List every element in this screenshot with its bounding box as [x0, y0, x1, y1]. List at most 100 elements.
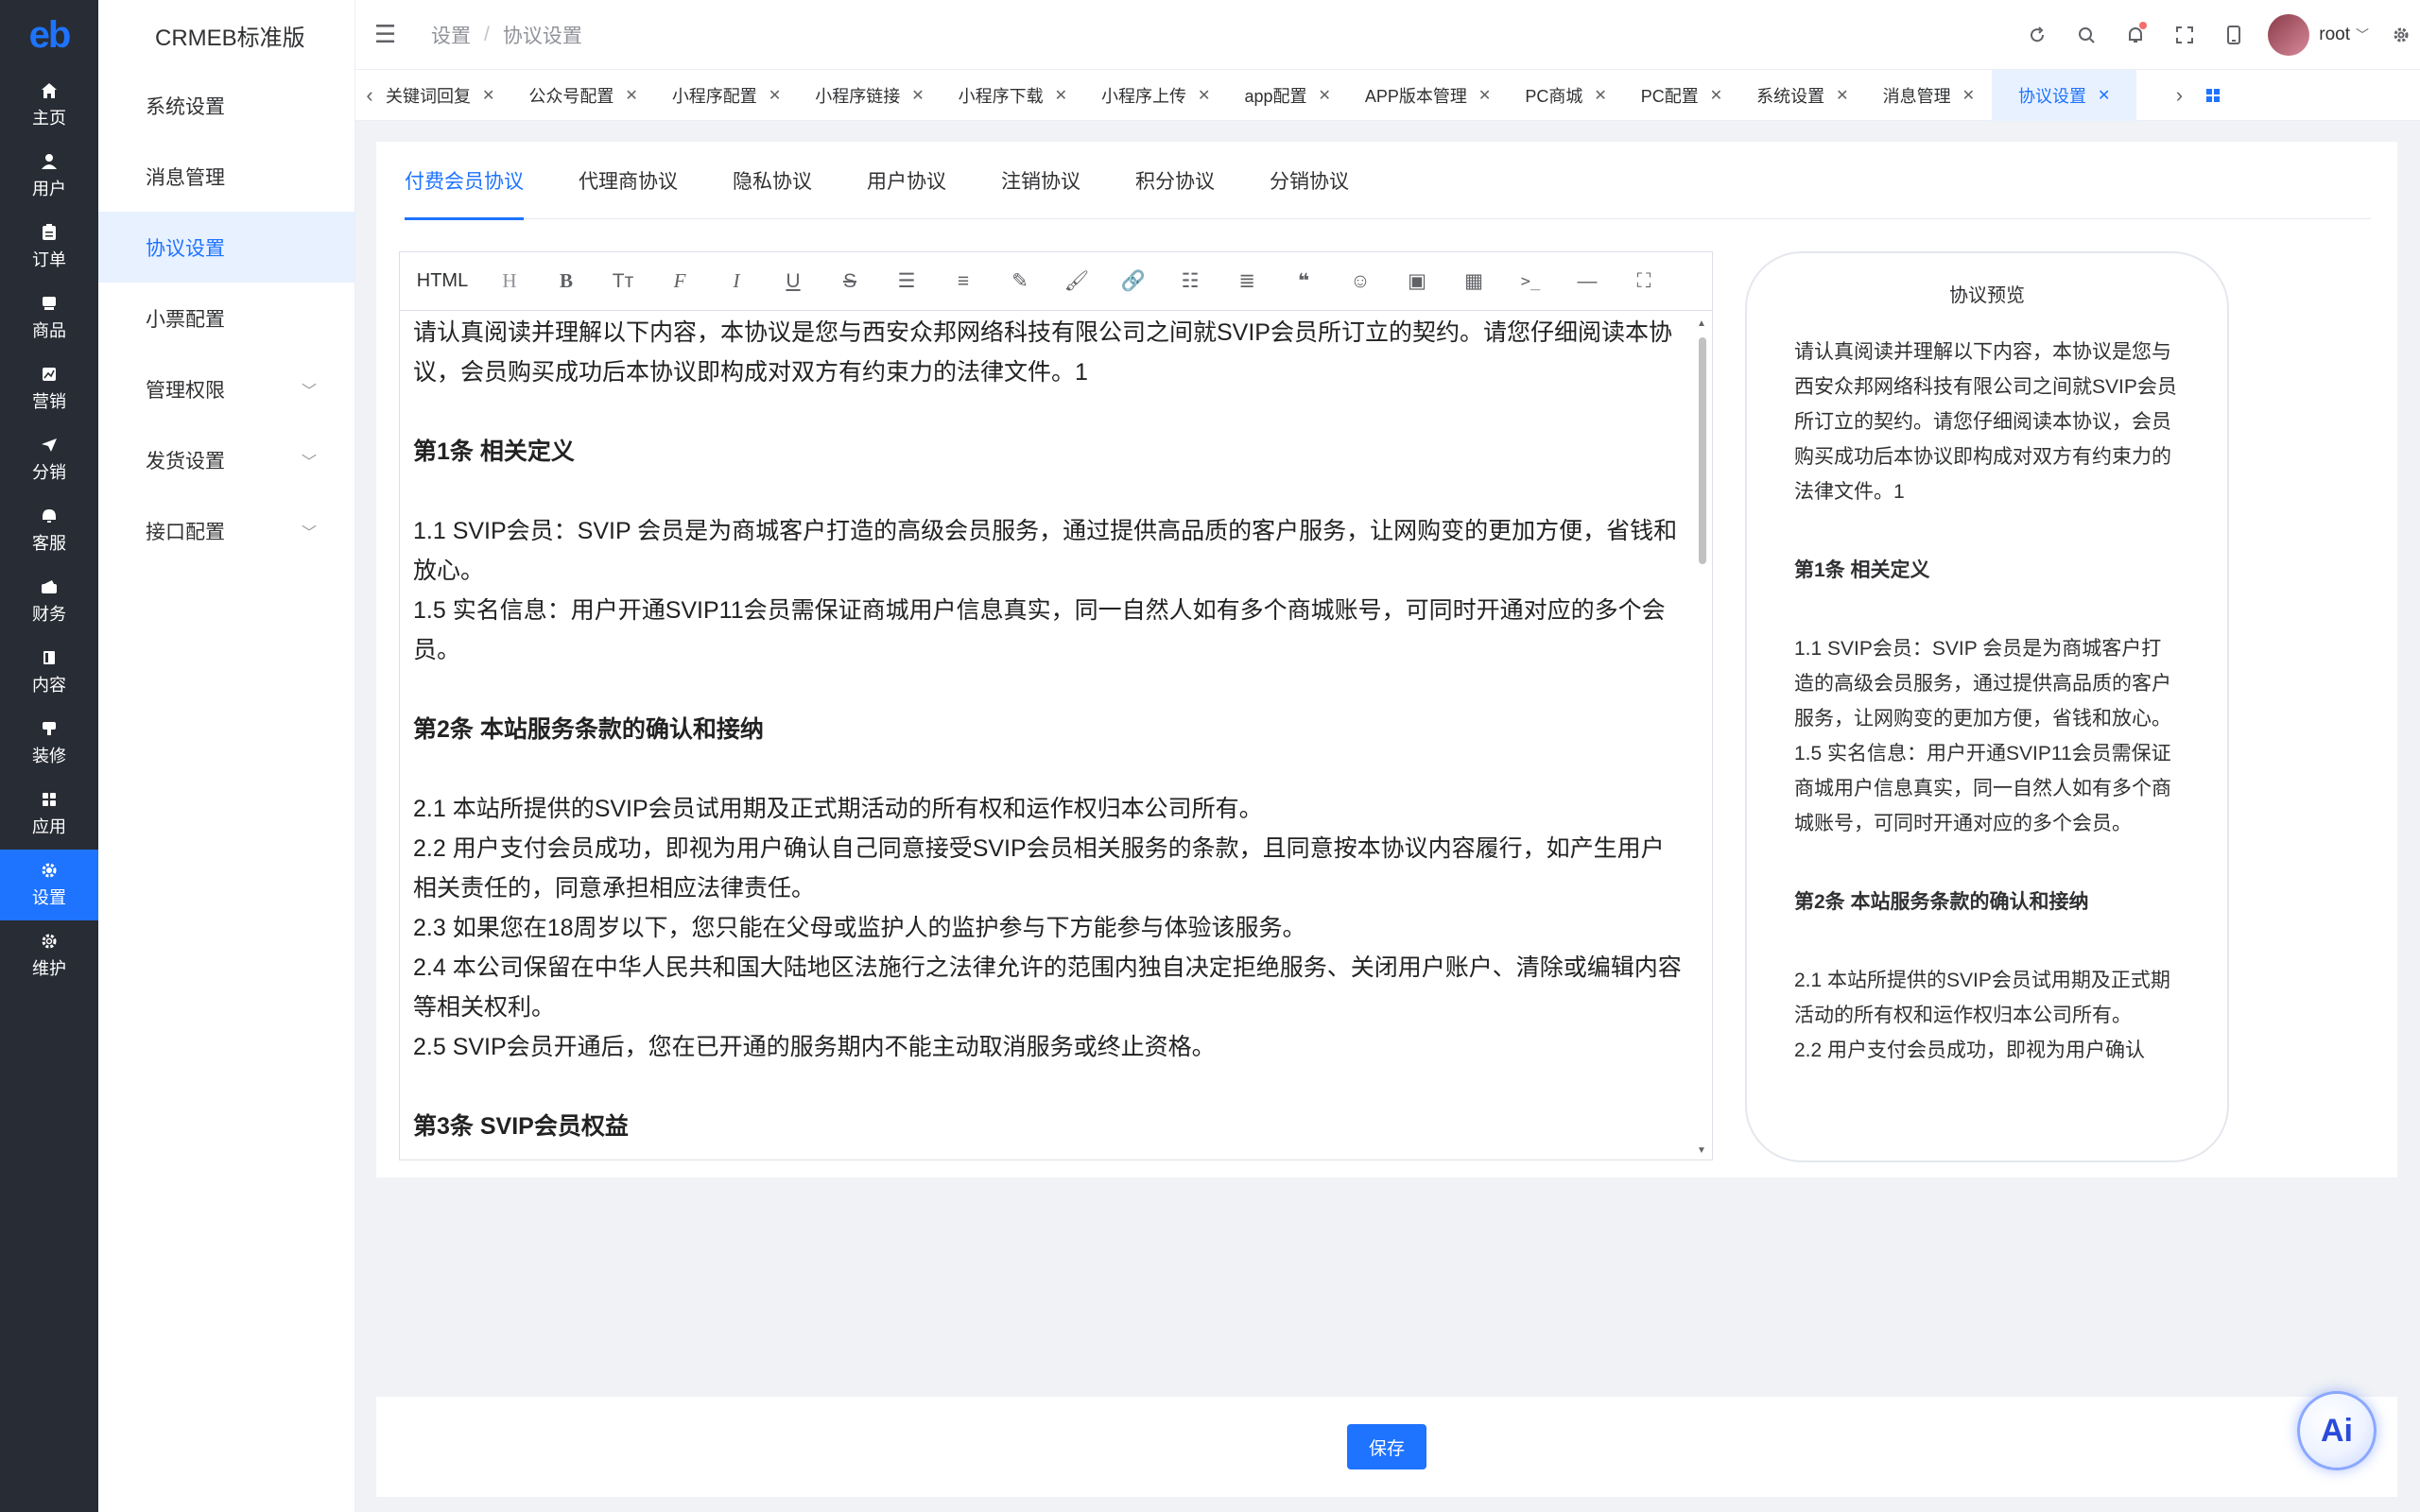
line-height-icon[interactable]: ≡: [935, 270, 992, 293]
fullscreen-icon[interactable]: ⛶: [1616, 270, 1672, 293]
chevron-left-icon[interactable]: ‹: [355, 83, 384, 108]
breadcrumb-item[interactable]: 设置: [431, 21, 471, 49]
tag-pc-mall[interactable]: PC商城 ✕: [1508, 70, 1623, 121]
tab-paid-member-agreement[interactable]: 付费会员协议: [405, 142, 524, 220]
close-icon[interactable]: ✕: [1318, 86, 1330, 105]
ai-assistant-button[interactable]: Ai: [2297, 1391, 2377, 1470]
italic-icon[interactable]: I: [708, 269, 765, 293]
strikethrough-icon[interactable]: S: [821, 270, 878, 293]
divider-icon[interactable]: —: [1559, 270, 1616, 293]
mobile-preview-icon[interactable]: [2209, 26, 2258, 44]
gear-icon[interactable]: [2382, 26, 2420, 44]
editor-scrollbar[interactable]: ▲ ▼: [1697, 318, 1708, 1156]
notification-bell-icon[interactable]: [2111, 22, 2160, 44]
tag-agreement-settings[interactable]: 协议设置 ✕: [1991, 69, 2137, 121]
submenu-item-api-config[interactable]: 接口配置 ﹀: [98, 495, 354, 566]
rail-item-content[interactable]: 内容: [0, 637, 98, 708]
rail-item-distribution[interactable]: 分销: [0, 424, 98, 495]
chevron-down-icon[interactable]: ﹀: [2356, 26, 2369, 44]
submenu-item-message-management[interactable]: 消息管理: [98, 141, 354, 212]
fullscreen-icon[interactable]: [2160, 26, 2209, 44]
rail-item-user[interactable]: 用户: [0, 141, 98, 212]
submenu-item-shipping-settings[interactable]: 发货设置 ﹀: [98, 424, 354, 495]
list-icon[interactable]: ☷: [1162, 269, 1219, 293]
rail-item-marketing[interactable]: 营销: [0, 353, 98, 424]
rail-item-apps[interactable]: 应用: [0, 779, 98, 850]
close-icon[interactable]: ✕: [769, 86, 781, 105]
tab-points-agreement[interactable]: 积分协议: [1135, 142, 1215, 219]
tab-distribution-agreement[interactable]: 分销协议: [1270, 142, 1349, 219]
submenu-item-receipt-config[interactable]: 小票配置: [98, 283, 354, 353]
tab-user-agreement[interactable]: 用户协议: [867, 142, 946, 219]
clause: 2.4 本公司保留在中华人民共和国大陆地区法施行之法律允许的范围内独自决定拒绝服…: [413, 954, 1682, 1021]
rail-item-home[interactable]: 主页: [0, 70, 98, 141]
tab-agent-agreement[interactable]: 代理商协议: [579, 142, 678, 219]
tag-miniprogram-config[interactable]: 小程序配置 ✕: [655, 70, 798, 121]
menu-toggle-icon[interactable]: ☰: [374, 20, 412, 49]
rail-item-finance[interactable]: 财务: [0, 566, 98, 637]
tag-miniprogram-download[interactable]: 小程序下载 ✕: [942, 70, 1084, 121]
tag-app-version[interactable]: APP版本管理 ✕: [1348, 70, 1508, 121]
close-icon[interactable]: ✕: [911, 86, 924, 105]
html-mode-button[interactable]: HTML: [409, 270, 475, 292]
close-icon[interactable]: ✕: [625, 86, 637, 105]
tab-privacy-agreement[interactable]: 隐私协议: [733, 142, 812, 219]
rail-item-maintenance[interactable]: 维护: [0, 920, 98, 991]
submenu-item-permissions[interactable]: 管理权限 ﹀: [98, 353, 354, 424]
tag-keyword-reply[interactable]: 关键词回复 ✕: [384, 70, 511, 121]
tag-message-management[interactable]: 消息管理 ✕: [1866, 70, 1992, 121]
indent-icon[interactable]: ☰: [878, 269, 935, 293]
rail-item-decoration[interactable]: 装修: [0, 708, 98, 779]
scroll-up-icon[interactable]: ▲: [1697, 318, 1706, 329]
tag-miniprogram-link[interactable]: 小程序链接 ✕: [798, 70, 941, 121]
scroll-down-icon[interactable]: ▼: [1697, 1145, 1706, 1156]
emoji-icon[interactable]: ☺: [1332, 270, 1389, 293]
app-logo[interactable]: eb: [0, 0, 98, 70]
close-icon[interactable]: ✕: [1198, 86, 1210, 105]
grid-menu-icon[interactable]: [2199, 83, 2227, 108]
rail-label: 装修: [32, 746, 66, 765]
editor-content[interactable]: 请认真阅读并理解以下内容，本协议是您与西安众邦网络科技有限公司之间就SVIP会员…: [413, 313, 1687, 1160]
rail-item-settings[interactable]: 设置: [0, 850, 98, 920]
bold-icon[interactable]: B: [538, 269, 595, 293]
submenu-label: 系统设置: [146, 95, 225, 118]
tag-miniprogram-upload[interactable]: 小程序上传 ✕: [1084, 70, 1227, 121]
quote-icon[interactable]: ❝: [1275, 269, 1332, 293]
tag-system-settings[interactable]: 系统设置 ✕: [1739, 70, 1865, 121]
avatar[interactable]: [2268, 14, 2310, 56]
close-icon[interactable]: ✕: [482, 86, 494, 105]
scrollbar-thumb[interactable]: [1699, 337, 1706, 564]
refresh-icon[interactable]: [2013, 26, 2062, 44]
chevron-right-icon[interactable]: ›: [2165, 83, 2193, 108]
tag-app-config[interactable]: app配置 ✕: [1227, 70, 1347, 121]
close-icon[interactable]: ✕: [1836, 86, 1848, 105]
video-icon[interactable]: ▦: [1445, 269, 1502, 293]
background-color-icon[interactable]: 🖌: [1048, 270, 1105, 293]
align-icon[interactable]: ≣: [1219, 269, 1275, 293]
submenu-item-agreement-settings[interactable]: 协议设置: [98, 212, 354, 283]
close-icon[interactable]: ✕: [1594, 86, 1606, 105]
save-button[interactable]: 保存: [1347, 1424, 1426, 1469]
username[interactable]: root: [2319, 25, 2350, 45]
underline-icon[interactable]: U: [765, 270, 821, 293]
close-icon[interactable]: ✕: [1478, 86, 1491, 105]
close-icon[interactable]: ✕: [2098, 86, 2110, 105]
search-icon[interactable]: [2062, 26, 2111, 44]
font-family-icon[interactable]: F: [651, 269, 708, 293]
heading-icon[interactable]: H: [481, 269, 538, 293]
font-size-icon[interactable]: Tᴛ: [595, 270, 651, 293]
close-icon[interactable]: ✕: [1710, 86, 1722, 105]
submenu-item-system-settings[interactable]: 系统设置: [98, 70, 354, 141]
close-icon[interactable]: ✕: [1962, 86, 1975, 105]
font-color-icon[interactable]: ✎: [992, 269, 1048, 293]
tag-pc-config[interactable]: PC配置 ✕: [1624, 70, 1739, 121]
tab-cancellation-agreement[interactable]: 注销协议: [1001, 142, 1080, 219]
code-icon[interactable]: >_: [1502, 272, 1559, 291]
link-icon[interactable]: 🔗: [1105, 270, 1162, 293]
rail-item-product[interactable]: 商品: [0, 283, 98, 353]
image-icon[interactable]: ▣: [1389, 269, 1445, 293]
rail-item-order[interactable]: 订单: [0, 212, 98, 283]
close-icon[interactable]: ✕: [1055, 86, 1067, 105]
tag-official-account-config[interactable]: 公众号配置 ✕: [511, 70, 654, 121]
rail-item-service[interactable]: 客服: [0, 495, 98, 566]
